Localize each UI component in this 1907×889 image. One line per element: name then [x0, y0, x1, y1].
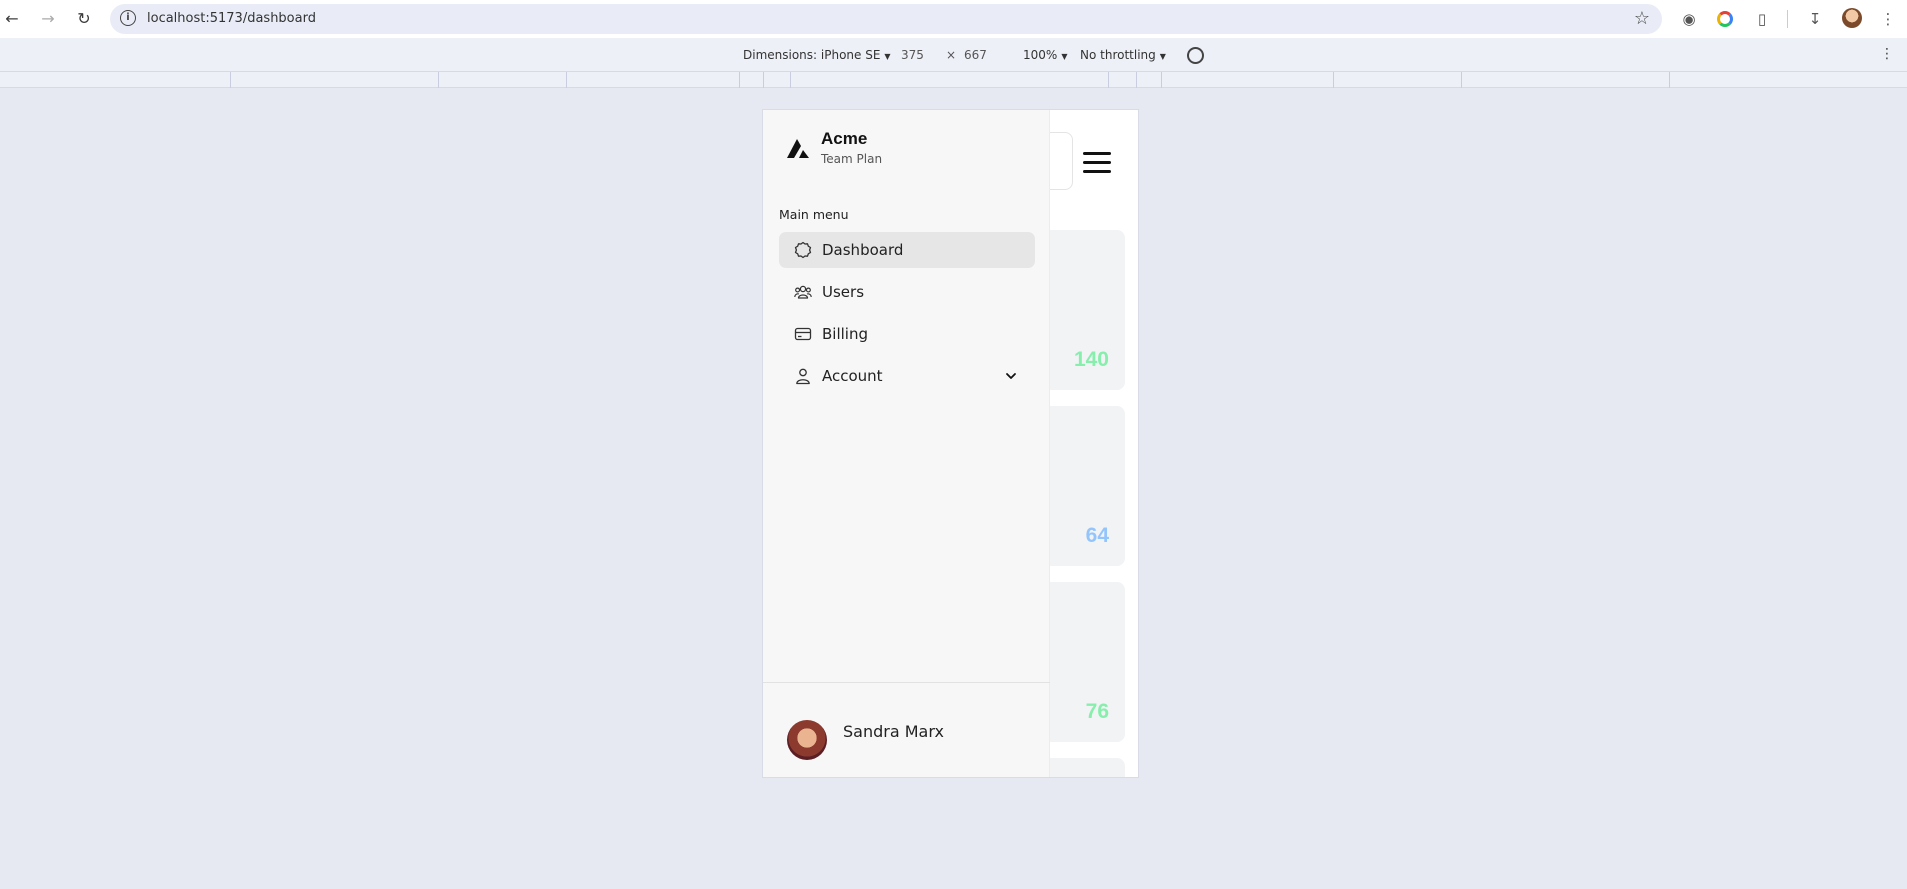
- forward-icon[interactable]: →: [38, 9, 58, 29]
- users-icon: [794, 285, 812, 299]
- device-viewport: 140 64 76 Acme Team Plan Main menu Dashb…: [763, 110, 1138, 777]
- sidebar-item-billing[interactable]: Billing: [779, 316, 1035, 352]
- ruler-mark: [566, 72, 567, 88]
- profile-avatar-icon[interactable]: [1842, 8, 1862, 28]
- brand-plan: Team Plan: [821, 152, 883, 166]
- reload-icon[interactable]: ↻: [74, 9, 94, 29]
- url-text[interactable]: localhost:5173/dashboard: [147, 11, 316, 26]
- device-dimensions-label: Dimensions: iPhone SE: [743, 48, 881, 62]
- sidebar: Acme Team Plan Main menu Dashboard Users: [763, 110, 1050, 777]
- avatar[interactable]: [787, 720, 827, 760]
- toolbar-divider: [1787, 10, 1788, 28]
- hamburger-menu-icon[interactable]: [1083, 152, 1111, 174]
- sidebar-item-dashboard[interactable]: Dashboard: [779, 232, 1035, 268]
- brand-name: Acme: [821, 129, 868, 148]
- sidebar-item-label: Users: [822, 283, 865, 301]
- device-width-input[interactable]: 375: [901, 48, 924, 62]
- dimension-separator: ×: [946, 48, 957, 62]
- ruler-mark: [1669, 72, 1670, 88]
- ruler-mark: [230, 72, 231, 88]
- ruler-mark: [763, 72, 764, 88]
- ruler-mark: [1108, 72, 1109, 88]
- browser-menu-icon[interactable]: ⋮: [1878, 9, 1898, 29]
- bookmark-star-icon[interactable]: ☆: [1634, 8, 1650, 29]
- stat-card-value: 64: [1085, 524, 1109, 547]
- sidebar-item-label: Billing: [822, 325, 868, 343]
- account-icon: [796, 368, 810, 385]
- back-icon[interactable]: ←: [2, 9, 22, 29]
- sidebar-item-label: Dashboard: [822, 241, 904, 259]
- sidebar-divider: [763, 682, 1050, 683]
- ruler-mark: [1333, 72, 1334, 88]
- camera-icon[interactable]: ◉: [1679, 9, 1699, 29]
- sidebar-item-account[interactable]: Account: [779, 358, 1035, 394]
- ruler-mark: [739, 72, 740, 88]
- device-dimensions-select[interactable]: Dimensions: iPhone SE ▼: [743, 48, 891, 62]
- site-info-icon[interactable]: i: [120, 10, 136, 26]
- throttling-label: No throttling: [1080, 48, 1156, 62]
- rotate-icon[interactable]: [1187, 47, 1204, 64]
- caret-down-icon: ▼: [1061, 52, 1068, 61]
- ruler-mark: [438, 72, 439, 88]
- zoom-select[interactable]: 100% ▼: [1023, 48, 1067, 62]
- media-query-ruler[interactable]: [0, 72, 1907, 88]
- caret-down-icon: ▼: [1159, 52, 1166, 61]
- device-height-input[interactable]: 667: [964, 48, 987, 62]
- ruler-mark: [790, 72, 791, 88]
- stat-card-value: 140: [1073, 348, 1109, 371]
- throttling-select[interactable]: No throttling ▼: [1080, 48, 1166, 62]
- more-options-icon[interactable]: ⋮: [1880, 46, 1894, 62]
- extensions-puzzle-icon[interactable]: ▯: [1752, 9, 1772, 29]
- address-bar[interactable]: i localhost:5173/dashboard ☆: [110, 4, 1662, 34]
- device-toolbar: Dimensions: iPhone SE ▼ 375 × 667 100% ▼ N…: [0, 38, 1907, 72]
- download-icon[interactable]: ↧: [1805, 9, 1825, 29]
- main-menu-heading: Main menu: [779, 207, 849, 222]
- user-name[interactable]: Sandra Marx: [843, 722, 944, 741]
- acme-logo-icon: [787, 139, 809, 158]
- caret-down-icon: ▼: [884, 52, 891, 61]
- zoom-label: 100%: [1023, 48, 1058, 62]
- browser-toolbar: ← → ↻ i localhost:5173/dashboard ☆ ◉ ▯ ↧…: [0, 0, 1907, 38]
- sidebar-item-users[interactable]: Users: [779, 274, 1035, 310]
- billing-icon: [794, 327, 812, 341]
- chevron-down-icon[interactable]: [1005, 370, 1017, 382]
- ruler-mark: [1136, 72, 1137, 88]
- ruler-mark: [1461, 72, 1462, 88]
- color-extension-icon[interactable]: [1717, 11, 1733, 27]
- dashboard-icon: [794, 241, 812, 259]
- sidebar-item-label: Account: [822, 367, 883, 385]
- ruler-mark: [1161, 72, 1162, 88]
- stat-card-value: 76: [1085, 700, 1109, 723]
